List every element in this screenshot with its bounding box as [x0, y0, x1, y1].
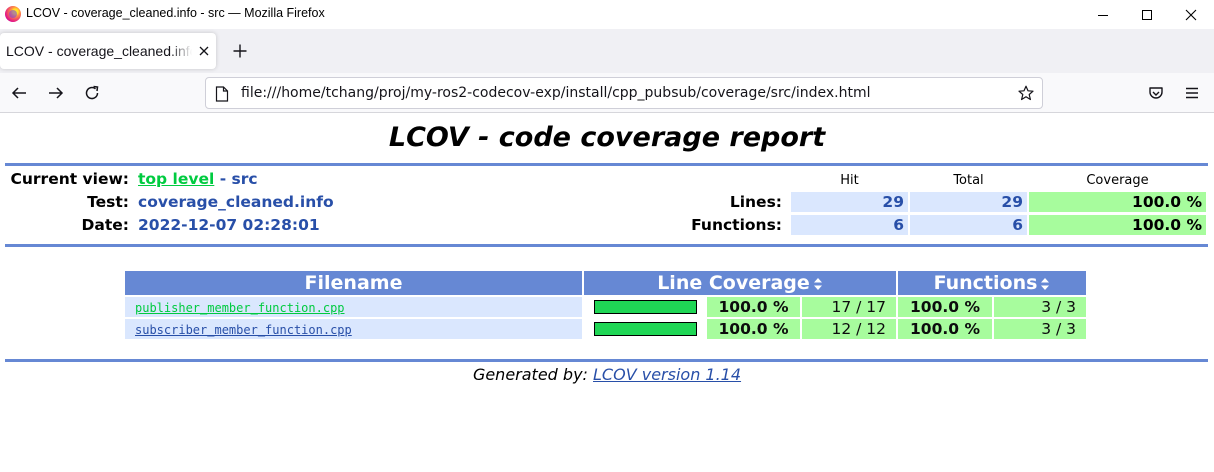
sort-arrows-icon[interactable] [813, 277, 823, 291]
line-coverage-ratio: 12 / 12 [802, 319, 896, 339]
test-label: Test: [87, 193, 129, 211]
close-icon [1185, 9, 1197, 20]
function-coverage-ratio: 3 / 3 [994, 319, 1086, 339]
lcov-version-link[interactable]: LCOV version 1.14 [593, 365, 741, 384]
back-arrow-icon [11, 87, 26, 99]
window-title: LCOV - coverage_cleaned.info - src — Moz… [26, 6, 325, 20]
lines-total: 29 [910, 192, 1027, 212]
functions-header-label: Functions [933, 272, 1038, 294]
date-value: 2022-12-07 02:28:01 [138, 216, 320, 234]
new-tab-button[interactable] [230, 41, 250, 61]
coverage-bar-cell [584, 297, 705, 317]
plus-icon [233, 44, 247, 58]
coverage-bar-fill [595, 301, 696, 313]
pocket-icon [1149, 87, 1163, 99]
lines-hit: 29 [791, 192, 908, 212]
test-value: coverage_cleaned.info [138, 193, 334, 211]
filename-header-label: Filename [304, 272, 403, 294]
url-text[interactable]: file:///home/tchang/proj/my-ros2-codecov… [241, 85, 870, 101]
function-coverage-percent: 100.0 % [898, 319, 992, 339]
coverage-bar-fill [595, 323, 696, 335]
page-icon [215, 86, 229, 102]
coverage-bar-cell [584, 319, 705, 339]
function-coverage-percent: 100.0 % [898, 297, 992, 317]
footer: Generated by: LCOV version 1.14 [0, 365, 1214, 384]
total-column-header: Total [953, 173, 984, 188]
current-view-rest: - src [214, 170, 258, 188]
close-tab-icon [199, 46, 209, 56]
pocket-button[interactable] [1146, 83, 1166, 103]
address-bar[interactable]: file:///home/tchang/proj/my-ros2-codecov… [205, 77, 1043, 109]
functions-coverage: 100.0 % [1029, 215, 1206, 235]
ruler-middle [5, 244, 1208, 247]
lines-coverage: 100.0 % [1029, 192, 1206, 212]
tab-close-button[interactable] [196, 43, 212, 59]
functions-label: Functions: [691, 216, 782, 234]
hit-column-header: Hit [840, 173, 859, 188]
line-coverage-ratio: 17 / 17 [802, 297, 896, 317]
forward-arrow-icon [49, 87, 64, 99]
maximize-button[interactable] [1124, 0, 1170, 29]
minimize-button[interactable] [1080, 0, 1126, 29]
menu-button[interactable] [1182, 83, 1202, 103]
forward-button[interactable] [46, 83, 66, 103]
ruler-bottom [5, 359, 1208, 362]
coverage-column-header: Coverage [1086, 173, 1149, 188]
top-level-link[interactable]: top level [138, 170, 214, 188]
ruler-top [5, 163, 1208, 166]
table-row-file: subscriber_member_function.cpp [125, 319, 582, 339]
functions-total: 6 [910, 215, 1027, 235]
tab-strip: LCOV - coverage_cleaned.info - src [0, 29, 1214, 73]
coverage-bar [594, 300, 697, 314]
page-title: LCOV - code coverage report [388, 122, 826, 153]
file-link-subscriber[interactable]: subscriber_member_function.cpp [135, 323, 352, 337]
sort-arrows-icon[interactable] [1040, 277, 1050, 291]
line-coverage-column-header[interactable]: Line Coverage [584, 271, 896, 295]
line-coverage-percent: 100.0 % [707, 297, 800, 317]
close-window-button[interactable] [1168, 0, 1214, 29]
line-coverage-percent: 100.0 % [707, 319, 800, 339]
bookmark-star-icon[interactable] [1018, 85, 1034, 101]
filename-column-header[interactable]: Filename [125, 271, 582, 295]
reload-icon [85, 85, 99, 100]
coverage-bar [594, 322, 697, 336]
tab-title: LCOV - coverage_cleaned.info - src [6, 43, 192, 59]
tab-active[interactable]: LCOV - coverage_cleaned.info - src [0, 33, 216, 69]
window-titlebar: LCOV - coverage_cleaned.info - src — Moz… [0, 0, 1214, 29]
lines-label: Lines: [729, 193, 782, 211]
functions-hit: 6 [791, 215, 908, 235]
file-link-publisher[interactable]: publisher_member_function.cpp [135, 301, 345, 315]
back-button[interactable] [9, 83, 29, 103]
function-coverage-ratio: 3 / 3 [994, 297, 1086, 317]
functions-column-header[interactable]: Functions [898, 271, 1086, 295]
firefox-logo-icon [5, 6, 21, 22]
navigation-toolbar: file:///home/tchang/proj/my-ros2-codecov… [0, 73, 1214, 113]
reload-button[interactable] [82, 83, 102, 103]
hamburger-menu-icon [1186, 87, 1198, 99]
date-label: Date: [81, 216, 129, 234]
current-view-value: top level - src [138, 170, 258, 188]
footer-prefix: Generated by: [472, 365, 588, 384]
page-content: LCOV - code coverage report Current view… [0, 114, 1214, 472]
maximize-icon [1142, 9, 1152, 20]
current-view-label: Current view: [10, 170, 130, 188]
line-coverage-header-label: Line Coverage [657, 272, 810, 294]
table-row-file: publisher_member_function.cpp [125, 297, 582, 317]
minimize-icon [1098, 14, 1108, 16]
